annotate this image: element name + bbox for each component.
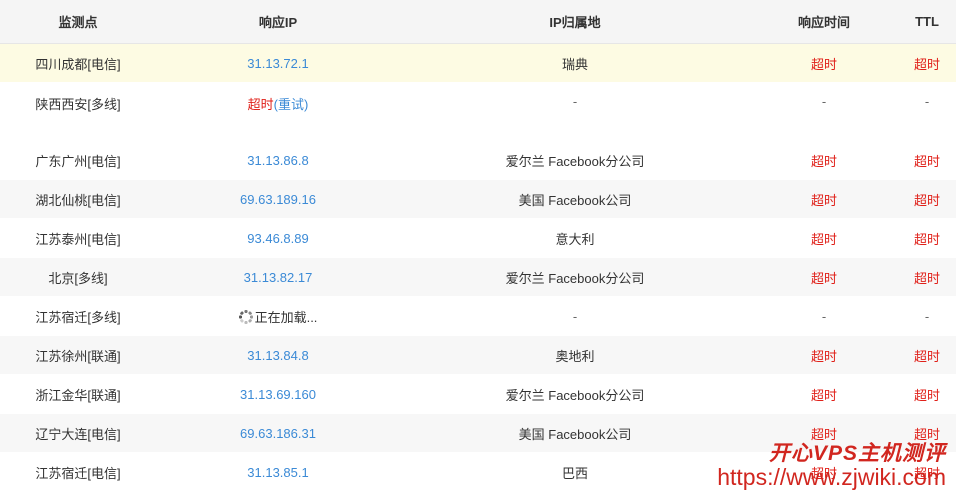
response-time-cell: 超时 xyxy=(810,270,837,286)
loading-spinner-icon xyxy=(238,309,253,324)
response-time-cell: 超时 xyxy=(810,192,837,208)
ttl-cell: 超时 xyxy=(913,56,940,72)
geo-cell: - xyxy=(572,94,578,109)
header-response-time: 响应时间 xyxy=(797,15,850,30)
geo-cell: 美国 Facebook公司 xyxy=(518,426,632,442)
location-cell: 北京[多线] xyxy=(48,270,108,286)
ttl-cell: - xyxy=(924,308,930,324)
table-header: 监测点 响应IP IP归属地 响应时间 TTL xyxy=(0,0,956,44)
ttl-cell: 超时 xyxy=(913,153,940,169)
table-row[interactable]: 四川成都[电信] 31.13.72.1 瑞典 超时 超时 xyxy=(0,44,956,83)
ttl-cell: 超时 xyxy=(913,387,940,403)
table-row[interactable]: 辽宁大连[电信] 69.63.186.31 美国 Facebook公司 超时 超… xyxy=(0,414,956,453)
header-ttl: TTL xyxy=(915,14,939,29)
location-cell: 浙江金华[联通] xyxy=(35,387,121,403)
table-row[interactable]: 浙江金华[联通] 31.13.69.160 爱尔兰 Facebook分公司 超时… xyxy=(0,375,956,414)
geo-cell: 意大利 xyxy=(555,231,595,247)
ip-cell: 正在加载... xyxy=(156,307,400,326)
response-time-cell: 超时 xyxy=(810,348,837,364)
response-time-cell: 超时 xyxy=(810,153,837,169)
response-time-cell: - xyxy=(821,94,827,109)
ip-link[interactable]: 31.13.72.1 xyxy=(156,56,400,71)
loading-text: 正在加载... xyxy=(254,309,318,325)
ttl-cell: - xyxy=(924,94,930,109)
table-row[interactable]: 北京[多线] 31.13.82.17 爱尔兰 Facebook分公司 超时 超时 xyxy=(0,258,956,297)
location-cell: 辽宁大连[电信] xyxy=(35,426,121,442)
location-cell: 江苏宿迁[多线] xyxy=(35,309,121,325)
ip-link[interactable]: 31.13.69.160 xyxy=(156,387,400,402)
response-time-cell: 超时 xyxy=(810,56,837,72)
table-row[interactable]: 湖北仙桃[电信] 69.63.189.16 美国 Facebook公司 超时 超… xyxy=(0,180,956,219)
table-row[interactable]: 江苏宿迁[多线] 正在加载... - - - xyxy=(0,297,956,336)
ping-results-table: 监测点 响应IP IP归属地 响应时间 TTL 四川成都[电信] 31.13.7… xyxy=(0,0,956,492)
geo-cell: - xyxy=(572,308,578,324)
ip-link[interactable]: 93.46.8.89 xyxy=(156,231,400,246)
response-time-cell: 超时 xyxy=(810,231,837,247)
response-time-cell: 超时 xyxy=(810,426,837,442)
location-cell: 江苏徐州[联通] xyxy=(35,348,121,364)
response-time-cell: 超时 xyxy=(810,465,837,481)
ip-link[interactable]: 31.13.85.1 xyxy=(156,465,400,480)
geo-cell: 爱尔兰 Facebook分公司 xyxy=(505,153,645,169)
location-cell: 广东广州[电信] xyxy=(35,153,121,169)
header-ip: 响应IP xyxy=(258,15,298,30)
location-cell: 湖北仙桃[电信] xyxy=(35,192,121,208)
geo-cell: 巴西 xyxy=(561,465,588,481)
ttl-cell: 超时 xyxy=(913,348,940,364)
table-row[interactable]: 江苏泰州[电信] 93.46.8.89 意大利 超时 超时 xyxy=(0,219,956,258)
location-cell: 江苏宿迁[电信] xyxy=(35,465,121,481)
location-cell: 四川成都[电信] xyxy=(35,56,121,72)
ttl-cell: 超时 xyxy=(913,426,940,442)
location-cell: 陕西西安[多线] xyxy=(35,97,121,112)
ttl-cell: 超时 xyxy=(913,270,940,286)
response-time-cell: 超时 xyxy=(810,387,837,403)
geo-cell: 爱尔兰 Facebook分公司 xyxy=(505,270,645,286)
ttl-cell: 超时 xyxy=(913,465,940,481)
header-geo: IP归属地 xyxy=(549,15,601,30)
geo-cell: 爱尔兰 Facebook分公司 xyxy=(505,387,645,403)
ip-link[interactable]: 69.63.189.16 xyxy=(156,192,400,207)
header-location: 监测点 xyxy=(58,15,98,30)
geo-cell: 美国 Facebook公司 xyxy=(518,192,632,208)
location-cell: 江苏泰州[电信] xyxy=(35,231,121,247)
ip-link[interactable]: 31.13.84.8 xyxy=(156,348,400,363)
response-time-cell: - xyxy=(821,308,827,324)
ip-link[interactable]: 69.63.186.31 xyxy=(156,426,400,441)
ip-link[interactable]: 31.13.82.17 xyxy=(156,270,400,285)
table-row[interactable]: 广东广州[电信] 31.13.86.8 爱尔兰 Facebook分公司 超时 超… xyxy=(0,141,956,180)
ttl-cell: 超时 xyxy=(913,231,940,247)
ip-cell: 超时(重试) xyxy=(156,94,400,113)
table-row[interactable]: 陕西西安[多线] 超时(重试) - - - xyxy=(0,83,956,141)
geo-cell: 奥地利 xyxy=(555,348,595,364)
table-row[interactable]: 江苏徐州[联通] 31.13.84.8 奥地利 超时 超时 xyxy=(0,336,956,375)
geo-cell: 瑞典 xyxy=(561,56,588,72)
retry-link[interactable]: (重试) xyxy=(274,97,309,112)
ip-link[interactable]: 31.13.86.8 xyxy=(156,153,400,168)
table-row[interactable]: 江苏宿迁[电信] 31.13.85.1 巴西 超时 超时 xyxy=(0,453,956,492)
ttl-cell: 超时 xyxy=(913,192,940,208)
ip-timeout-text: 超时 xyxy=(247,97,274,112)
